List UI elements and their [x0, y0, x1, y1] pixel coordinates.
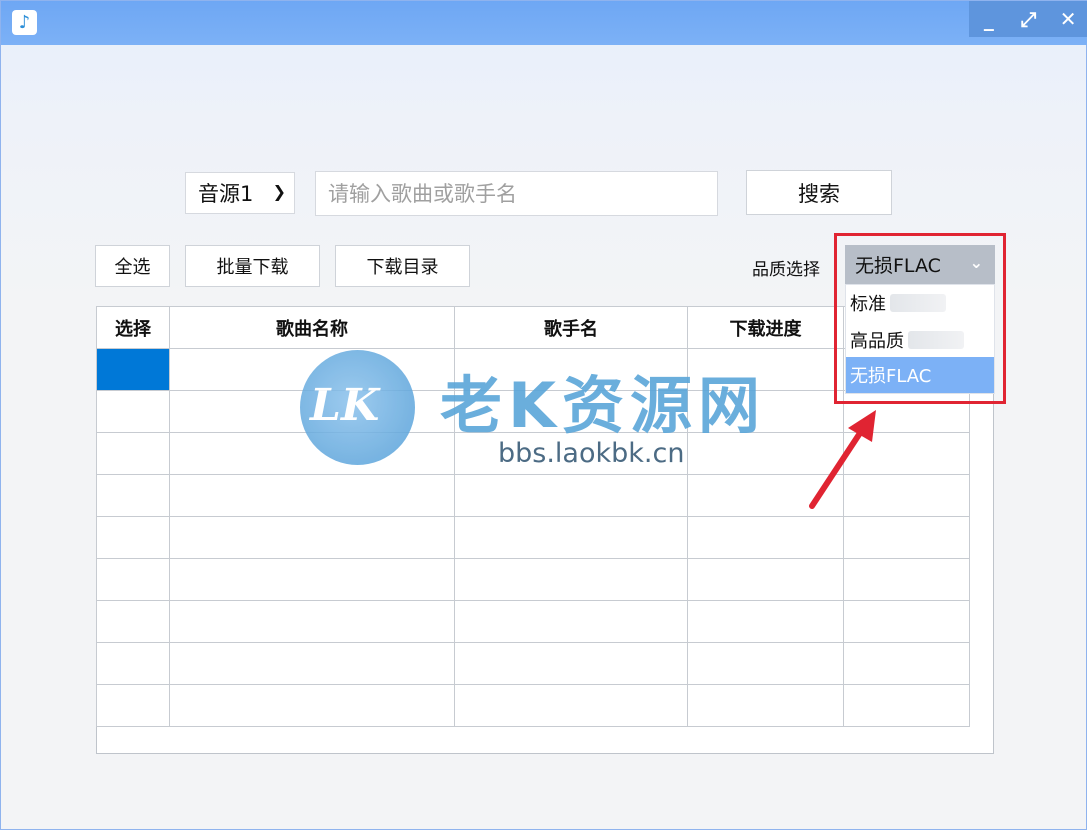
- table-cell: [687, 600, 844, 643]
- table-cell: [454, 348, 688, 391]
- window-controls: _ ⤢ ✕: [969, 1, 1087, 37]
- table-row[interactable]: [96, 642, 970, 685]
- table-cell: [687, 684, 844, 727]
- title-bar: ♪ _ ⤢ ✕: [1, 1, 1087, 45]
- minimize-button[interactable]: _: [974, 9, 1004, 29]
- header-select[interactable]: 选择: [96, 306, 170, 349]
- select-cell[interactable]: [96, 600, 170, 643]
- select-cell[interactable]: [96, 642, 170, 685]
- table-cell: [169, 432, 455, 475]
- table-row[interactable]: [96, 558, 970, 601]
- table-row[interactable]: [96, 684, 970, 727]
- table-cell: [169, 558, 455, 601]
- quality-label: 品质选择: [752, 260, 820, 280]
- header-progress[interactable]: 下载进度: [687, 306, 844, 349]
- close-button[interactable]: ✕: [1053, 9, 1083, 29]
- table-cell: [843, 642, 970, 685]
- table-cell: [169, 474, 455, 517]
- table-cell: [169, 600, 455, 643]
- select-cell[interactable]: [96, 348, 170, 391]
- select-cell[interactable]: [96, 684, 170, 727]
- table-cell: [843, 516, 970, 559]
- table-cell: [454, 684, 688, 727]
- table-cell: [169, 348, 455, 391]
- table-cell: [169, 642, 455, 685]
- search-button[interactable]: 搜索: [746, 170, 892, 215]
- table-cell: [169, 684, 455, 727]
- select-cell[interactable]: [96, 516, 170, 559]
- batch-download-button[interactable]: 批量下载: [185, 245, 320, 287]
- annotation-arrow-icon: [809, 410, 876, 509]
- table-cell: [687, 642, 844, 685]
- source-select-value: 音源1: [198, 182, 254, 206]
- table-cell: [454, 516, 688, 559]
- maximize-button[interactable]: ⤢: [1013, 9, 1043, 29]
- source-select[interactable]: 音源1 ❯: [185, 172, 295, 214]
- table-cell: [454, 642, 688, 685]
- table-row[interactable]: [96, 516, 970, 559]
- table-cell: [687, 516, 844, 559]
- chevron-down-icon: ❯: [272, 182, 286, 201]
- annotation-highlight-box: [834, 233, 1006, 404]
- table-row[interactable]: [96, 600, 970, 643]
- table-cell: [687, 558, 844, 601]
- table-cell: [169, 516, 455, 559]
- table-cell: [843, 558, 970, 601]
- header-singer[interactable]: 歌手名: [454, 306, 688, 349]
- select-cell[interactable]: [96, 432, 170, 475]
- select-cell[interactable]: [96, 474, 170, 517]
- table-cell: [454, 600, 688, 643]
- header-song-name[interactable]: 歌曲名称: [169, 306, 455, 349]
- select-cell[interactable]: [96, 558, 170, 601]
- music-note-icon: ♪: [12, 10, 37, 35]
- table-cell: [169, 390, 455, 433]
- table-cell: [454, 432, 688, 475]
- table-cell: [843, 684, 970, 727]
- table-cell: [454, 558, 688, 601]
- table-cell: [454, 390, 688, 433]
- download-directory-button[interactable]: 下载目录: [335, 245, 470, 287]
- select-all-button[interactable]: 全选: [95, 245, 170, 287]
- table-cell: [687, 348, 844, 391]
- search-input[interactable]: [315, 171, 718, 216]
- select-cell[interactable]: [96, 390, 170, 433]
- table-cell: [843, 600, 970, 643]
- table-cell: [454, 474, 688, 517]
